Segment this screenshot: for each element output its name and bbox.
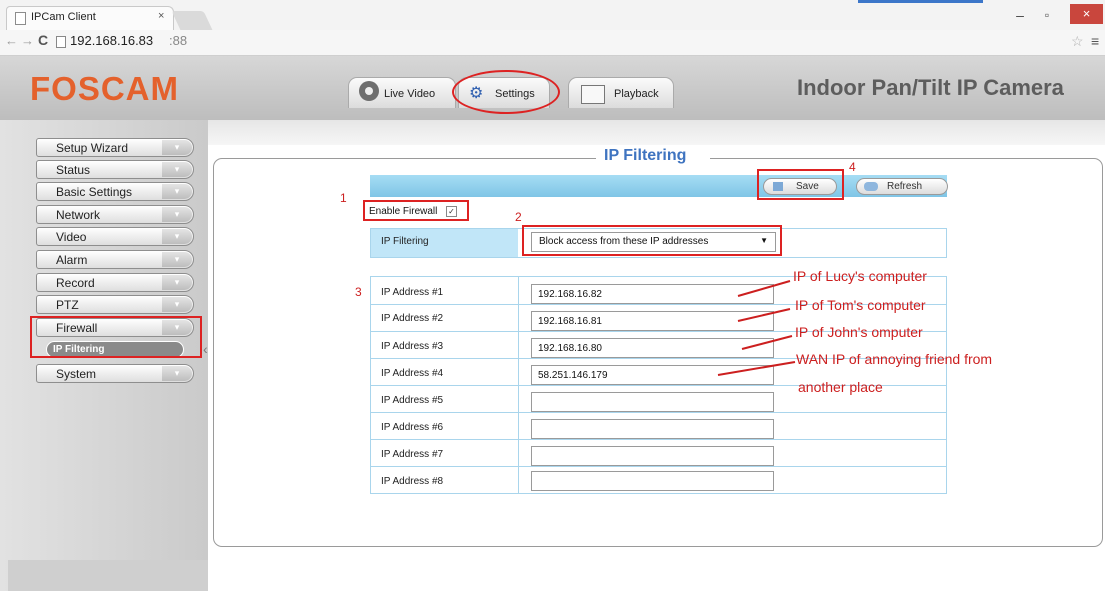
annotation-note-ip4: WAN IP of annoying friend from	[796, 351, 993, 367]
annotation-note-ip1: IP of Lucy's computer	[793, 268, 927, 284]
annotation-note-ip3: IP of John's omputer	[795, 324, 923, 340]
annotation-arrow-line	[717, 361, 796, 376]
annotation-arrows	[717, 280, 796, 376]
annotation-arrow-line	[737, 280, 791, 297]
annotation-note-ip2: IP of Tom's computer	[795, 297, 926, 313]
annotation-arrow-line	[737, 308, 791, 322]
annotation-note-ip4-cont: another place	[798, 379, 883, 395]
annotation-arrow-line	[741, 335, 793, 350]
